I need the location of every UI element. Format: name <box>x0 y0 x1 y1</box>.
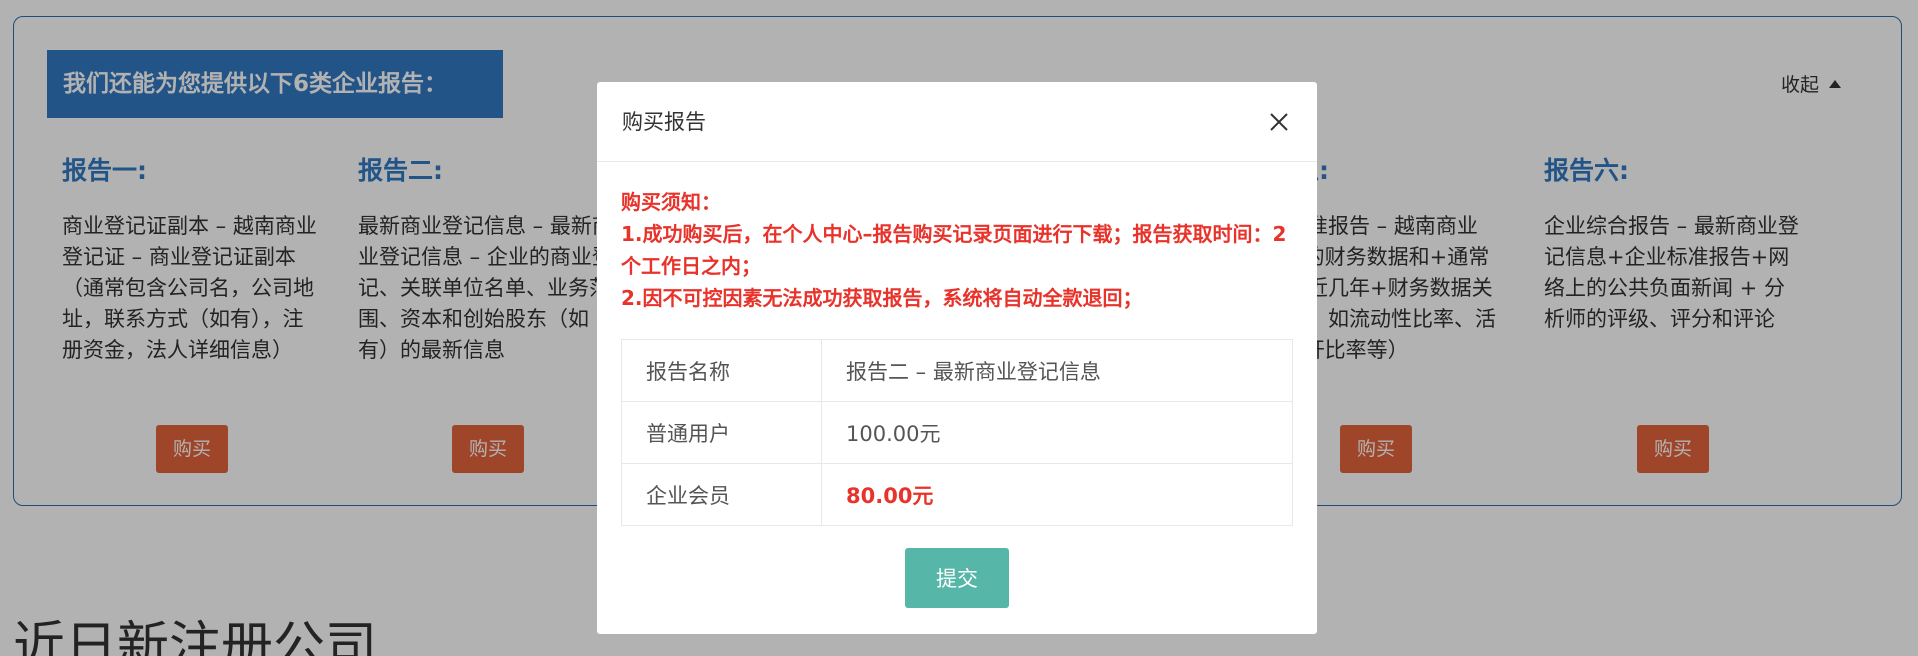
submit-button[interactable]: 提交 <box>905 548 1009 608</box>
dialog-header: 购买报告 <box>597 82 1317 162</box>
purchase-notice: 购买须知： 1.成功购买后，在个人中心–报告购买记录页面进行下载；报告获取时间：… <box>621 186 1297 314</box>
dialog-title: 购买报告 <box>622 110 706 134</box>
notice-line-1: 1.成功购买后，在个人中心–报告购买记录页面进行下载；报告获取时间：2个工作日之… <box>621 222 1287 278</box>
price-table: 报告名称 报告二 – 最新商业登记信息 普通用户 100.00元 企业会员 80… <box>621 339 1293 526</box>
table-row: 报告名称 报告二 – 最新商业登记信息 <box>621 339 1293 402</box>
close-icon[interactable] <box>1267 110 1291 134</box>
row-label: 企业会员 <box>621 463 822 526</box>
row-value: 报告二 – 最新商业登记信息 <box>821 339 1293 402</box>
notice-line-2: 2.因不可控因素无法成功获取报告，系统将自动全款退回； <box>621 286 1143 310</box>
row-label: 报告名称 <box>621 339 822 402</box>
member-price: 80.00元 <box>821 463 1293 526</box>
notice-heading: 购买须知： <box>621 190 721 214</box>
row-label: 普通用户 <box>621 401 822 464</box>
table-row: 普通用户 100.00元 <box>621 401 1293 464</box>
row-value: 100.00元 <box>821 401 1293 464</box>
purchase-report-dialog: 购买报告 购买须知： 1.成功购买后，在个人中心–报告购买记录页面进行下载；报告… <box>597 82 1317 634</box>
table-row: 企业会员 80.00元 <box>621 463 1293 526</box>
